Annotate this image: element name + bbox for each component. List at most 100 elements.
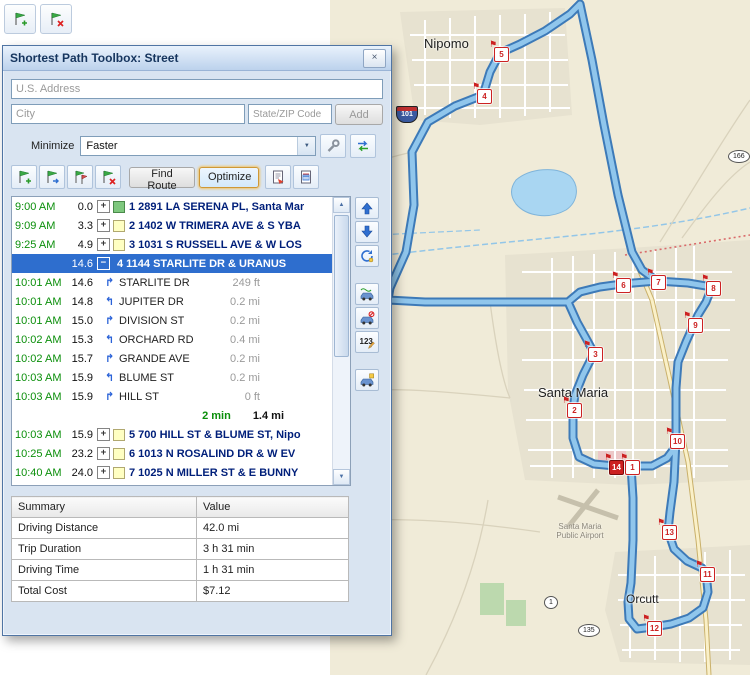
map-waypoint[interactable]: 5 bbox=[494, 47, 509, 62]
reorder-stops-button[interactable] bbox=[67, 165, 93, 189]
stop-label: 3 1031 S RUSSELL AVE & W LOS bbox=[129, 239, 302, 251]
recalculate-button[interactable] bbox=[355, 245, 379, 267]
summary-value: 3 h 31 min bbox=[197, 539, 349, 560]
direction-row[interactable]: 10:03 AM15.9↱HILL ST0 ft bbox=[12, 387, 332, 406]
summary-label: Total Cost bbox=[12, 581, 197, 602]
map-waypoint[interactable]: 9 bbox=[688, 318, 703, 333]
stop-row-selected[interactable]: 14.6−4 1144 STARLITE DR & URANUS bbox=[12, 254, 332, 273]
remove-stop-button[interactable] bbox=[95, 165, 121, 189]
state-zip-input[interactable] bbox=[248, 104, 332, 124]
street-name: JUPITER DR bbox=[119, 296, 184, 308]
direction-row[interactable]: 10:01 AM14.8↰JUPITER DR0.2 mi bbox=[12, 292, 332, 311]
street-name: HILL ST bbox=[119, 391, 159, 403]
address-input[interactable] bbox=[11, 79, 383, 99]
stop-marker-icon bbox=[113, 448, 125, 460]
map-waypoint[interactable]: 12 bbox=[647, 621, 662, 636]
map-waypoint[interactable]: 4 bbox=[477, 89, 492, 104]
town-label-nipomo: Nipomo bbox=[424, 36, 469, 51]
direction-row[interactable]: 10:02 AM15.3↰ORCHARD RD0.4 mi bbox=[12, 330, 332, 349]
collapse-toggle-icon[interactable]: − bbox=[97, 257, 110, 270]
minimize-select[interactable]: Faster ▼ bbox=[80, 136, 316, 156]
list-scrollbar[interactable]: ▲ ▼ bbox=[332, 197, 350, 485]
direction-row[interactable]: 10:01 AM15.0↱DIVISION ST0.2 mi bbox=[12, 311, 332, 330]
move-stop-down-button[interactable] bbox=[355, 221, 379, 243]
move-stop-up-button[interactable] bbox=[355, 197, 379, 219]
stop-distance: 3.3 bbox=[67, 220, 93, 232]
town-label-santa-maria: Santa Maria bbox=[538, 385, 608, 400]
renumber-stops-button[interactable]: 123 bbox=[355, 331, 379, 353]
optimize-button[interactable]: Optimize bbox=[199, 167, 259, 188]
map-waypoint[interactable]: 1 bbox=[625, 460, 640, 475]
expand-toggle-icon[interactable]: + bbox=[97, 238, 110, 251]
map-waypoint-current[interactable]: 14 bbox=[609, 460, 624, 475]
stop-marker-icon bbox=[113, 220, 125, 232]
direction-distance: 15.0 bbox=[67, 315, 93, 327]
stop-row[interactable]: 9:09 AM3.3+2 1402 W TRIMERA AVE & S YBA bbox=[12, 216, 332, 235]
route-options-button[interactable] bbox=[320, 134, 346, 158]
map-waypoint[interactable]: 6 bbox=[616, 278, 631, 293]
segment-length: 0.2 mi bbox=[214, 372, 260, 384]
direction-distance: 15.9 bbox=[67, 391, 93, 403]
directions-report-button[interactable] bbox=[265, 165, 291, 189]
city-input[interactable] bbox=[11, 104, 245, 124]
scroll-down-icon[interactable]: ▼ bbox=[333, 469, 350, 485]
airport-label: Santa MariaPublic Airport bbox=[540, 522, 620, 540]
summary-label: Trip Duration bbox=[12, 539, 197, 560]
map-waypoint[interactable]: 10 bbox=[670, 434, 685, 449]
window-titlebar[interactable]: Shortest Path Toolbox: Street × bbox=[3, 46, 391, 71]
stop-row[interactable]: 10:25 AM23.2+6 1013 N ROSALIND DR & W EV bbox=[12, 444, 332, 463]
stop-label: 4 1144 STARLITE DR & URANUS bbox=[117, 258, 286, 270]
expand-toggle-icon[interactable]: + bbox=[97, 219, 110, 232]
direction-distance: 15.7 bbox=[67, 353, 93, 365]
direction-row[interactable]: 10:01 AM14.6↱STARLITE DR249 ft bbox=[12, 273, 332, 292]
find-route-button[interactable]: Find Route bbox=[129, 167, 195, 188]
stop-time: 10:40 AM bbox=[12, 467, 67, 479]
avoid-roads-button[interactable] bbox=[355, 307, 379, 329]
reverse-route-button[interactable] bbox=[350, 134, 376, 158]
map-waypoint[interactable]: 3 bbox=[588, 347, 603, 362]
add-button[interactable]: Add bbox=[335, 104, 383, 125]
map-waypoint[interactable]: 7 bbox=[651, 275, 666, 290]
map-waypoint[interactable]: 2 bbox=[567, 403, 582, 418]
expand-toggle-icon[interactable]: + bbox=[97, 466, 110, 479]
expand-toggle-icon[interactable]: + bbox=[97, 447, 110, 460]
window-content: Add Minimize Faster ▼ bbox=[3, 71, 391, 610]
map-canvas[interactable]: Nipomo Santa Maria Orcutt Santa MariaPub… bbox=[330, 0, 750, 675]
stop-row[interactable]: 9:25 AM4.9+3 1031 S RUSSELL AVE & W LOS bbox=[12, 235, 332, 254]
schedule-report-button[interactable] bbox=[293, 165, 319, 189]
turn-icon: ↱ bbox=[105, 314, 119, 327]
toll-cost-button[interactable] bbox=[355, 369, 379, 391]
stop-distance: 0.0 bbox=[67, 201, 93, 213]
remove-stop-tool-button[interactable] bbox=[40, 4, 72, 34]
expand-toggle-icon[interactable]: + bbox=[97, 428, 110, 441]
two-flags-icon bbox=[72, 169, 88, 185]
arrow-up-icon bbox=[360, 201, 374, 215]
stop-time: 9:00 AM bbox=[12, 201, 67, 213]
direction-row[interactable]: 10:02 AM15.7↱GRANDE AVE0.2 mi bbox=[12, 349, 332, 368]
drive-route-button[interactable] bbox=[355, 283, 379, 305]
minimize-value: Faster bbox=[81, 140, 297, 152]
add-stop-button[interactable] bbox=[11, 165, 37, 189]
segment-length: 0.2 mi bbox=[214, 296, 260, 308]
direction-distance: 15.9 bbox=[67, 372, 93, 384]
scrollbar-thumb[interactable] bbox=[334, 215, 349, 357]
stop-row[interactable]: 10:40 AM24.0+7 1025 N MILLER ST & E BUNN… bbox=[12, 463, 332, 482]
ca166-shield-icon: 166 bbox=[728, 150, 750, 163]
scrollbar-track[interactable] bbox=[333, 213, 350, 469]
stop-row[interactable]: 10:03 AM15.9+5 700 HILL ST & BLUME ST, N… bbox=[12, 425, 332, 444]
expand-toggle-icon[interactable]: + bbox=[97, 200, 110, 213]
stop-time: 9:09 AM bbox=[12, 220, 67, 232]
map-waypoint[interactable]: 8 bbox=[706, 281, 721, 296]
car-avoid-icon bbox=[359, 311, 375, 325]
insert-stop-button[interactable] bbox=[39, 165, 65, 189]
stop-row[interactable]: 9:00 AM0.0+1 2891 LA SERENA PL, Santa Ma… bbox=[12, 197, 332, 216]
chevron-down-icon[interactable]: ▼ bbox=[297, 137, 315, 155]
map-waypoint[interactable]: 11 bbox=[700, 567, 715, 582]
flag-x-icon bbox=[100, 169, 116, 185]
summary-label: Driving Time bbox=[12, 560, 197, 581]
add-stop-tool-button[interactable] bbox=[4, 4, 36, 34]
scroll-up-icon[interactable]: ▲ bbox=[333, 197, 350, 213]
close-button[interactable]: × bbox=[363, 49, 386, 68]
direction-row[interactable]: 10:03 AM15.9↰BLUME ST0.2 mi bbox=[12, 368, 332, 387]
map-waypoint[interactable]: 13 bbox=[662, 525, 677, 540]
